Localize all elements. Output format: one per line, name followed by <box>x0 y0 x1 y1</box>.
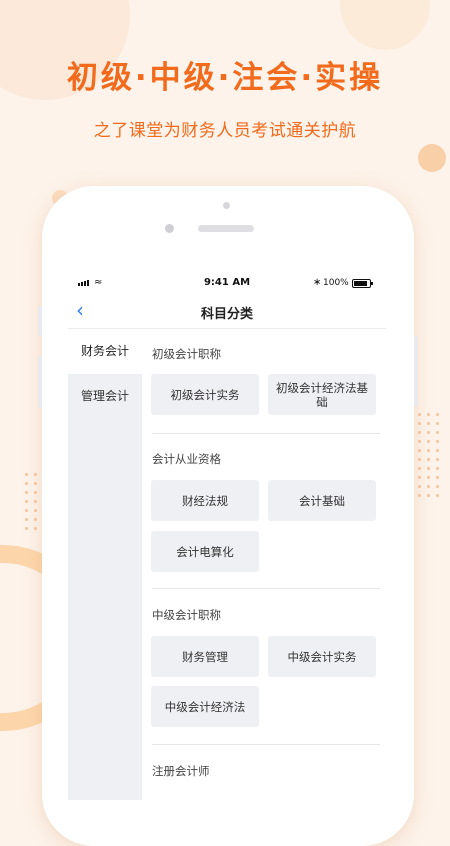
sidebar-item-financial-accounting[interactable]: 财务会计 <box>68 329 142 374</box>
section-title: 会计从业资格 <box>152 452 221 466</box>
decor-circle <box>340 0 430 50</box>
section-title: 初级会计职称 <box>152 347 221 361</box>
sidebar-item-management-accounting[interactable]: 管理会计 <box>68 374 142 419</box>
section-divider <box>152 433 380 434</box>
section-title: 中级会计职称 <box>152 608 221 622</box>
category-sidebar: 财务会计 管理会计 <box>68 329 142 800</box>
nav-bar: ‹ 科目分类 <box>68 294 386 329</box>
phone-sensor <box>223 202 230 209</box>
subject-chip[interactable]: 财务管理 <box>151 636 259 677</box>
subject-chip[interactable]: 初级会计实务 <box>151 374 259 415</box>
subject-chip[interactable]: 初级会计经济法基础 <box>268 374 376 415</box>
promo-subline: 之了课堂为财务人员考试通关护航 <box>93 121 357 141</box>
status-bar: ≈ 9:41 AM ∗ 100% <box>68 272 386 294</box>
decor-circle <box>418 144 446 172</box>
subject-chip[interactable]: 中级会计经济法 <box>151 686 259 727</box>
phone-speaker <box>198 225 254 232</box>
phone-screen: ≈ 9:41 AM ∗ 100% ‹ 科目分类 财务会计 管理会计 初级会计职称… <box>68 272 386 800</box>
phone-camera <box>165 224 174 233</box>
promo-headline: 初级·中级·注会·实操 <box>66 60 384 96</box>
section-title: 注册会计师 <box>152 764 210 778</box>
subject-chip[interactable]: 财经法规 <box>151 480 259 521</box>
battery-percent: 100% <box>323 278 349 288</box>
phone-side-button <box>38 356 42 408</box>
battery-icon <box>352 279 373 288</box>
phone-side-button <box>414 336 418 406</box>
bluetooth-icon: ∗ <box>313 277 322 288</box>
subject-chip[interactable]: 会计基础 <box>268 480 376 521</box>
page-title: 科目分类 <box>200 307 253 322</box>
subject-chip[interactable]: 中级会计实务 <box>268 636 376 677</box>
phone-side-button <box>38 306 42 336</box>
subject-list: 初级会计职称 初级会计实务 初级会计经济法基础 会计从业资格 财经法规 会计基础… <box>142 329 386 800</box>
section-divider <box>152 588 380 589</box>
decor-dots <box>415 410 445 500</box>
section-divider <box>152 744 380 745</box>
subject-chip[interactable]: 会计电算化 <box>151 531 259 572</box>
